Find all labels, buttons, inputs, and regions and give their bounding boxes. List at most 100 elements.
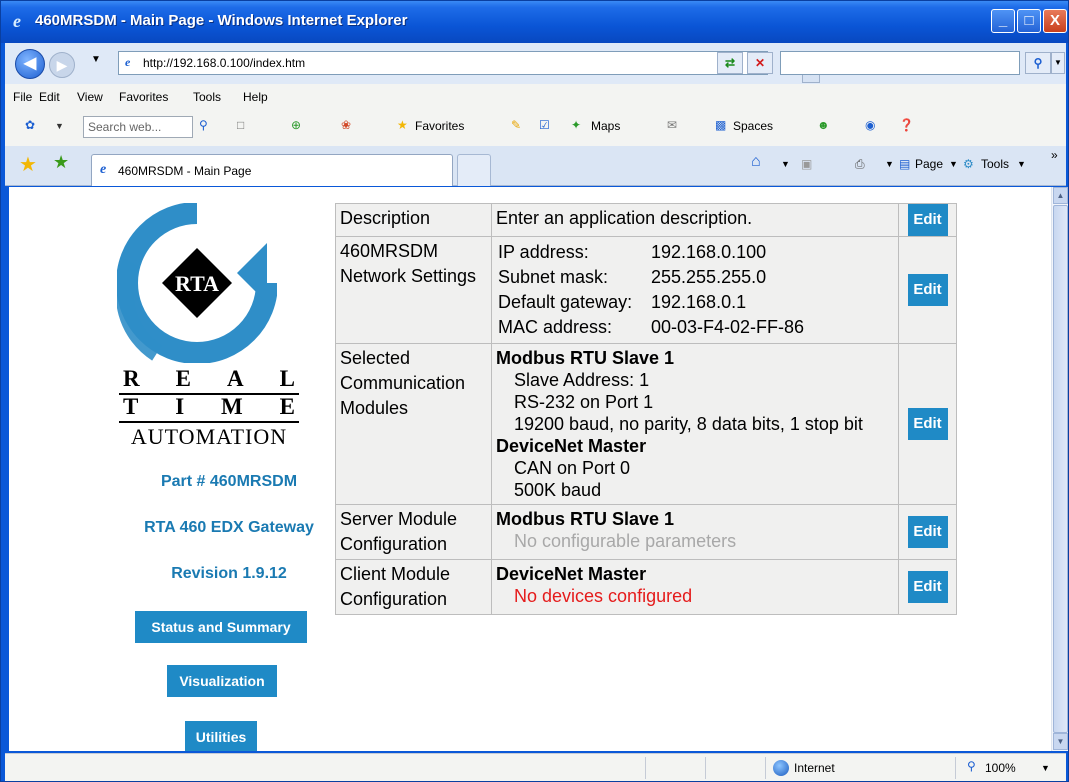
network-val: 192.168.0.1 bbox=[651, 292, 747, 312]
status-divider bbox=[645, 757, 646, 779]
page-icon-menu: ▤ bbox=[899, 157, 911, 171]
scroll-thumb[interactable] bbox=[1053, 205, 1068, 733]
home-icon[interactable]: ⌂ bbox=[751, 153, 761, 171]
edit-client-button[interactable]: Edit bbox=[907, 571, 948, 603]
page-menu[interactable]: Page bbox=[915, 157, 943, 171]
table-row: Description Enter an application descrip… bbox=[335, 203, 957, 237]
zoom-dropdown-icon[interactable]: ▼ bbox=[1041, 763, 1050, 773]
highlight-icon[interactable]: □ bbox=[237, 118, 244, 132]
network-row: IP address: 192.168.0.100 bbox=[496, 240, 894, 265]
minimize-button[interactable]: _ bbox=[991, 9, 1015, 33]
search-web-input[interactable]: Search web... bbox=[83, 116, 193, 138]
page-dropdown-icon[interactable]: ▼ bbox=[949, 159, 958, 169]
maps-icon[interactable]: ✦ bbox=[571, 118, 581, 132]
favorites-button[interactable]: Favorites bbox=[415, 119, 464, 133]
menu-view[interactable]: View bbox=[77, 90, 103, 104]
table-row: Selected Communication Modules Modbus RT… bbox=[335, 343, 957, 505]
spaces-button[interactable]: Spaces bbox=[733, 119, 773, 133]
search-icon[interactable]: ⚲ bbox=[1025, 52, 1051, 74]
status-summary-button[interactable]: Status and Summary bbox=[135, 611, 307, 643]
butterfly-icon[interactable]: ❀ bbox=[341, 118, 351, 132]
help-icon[interactable]: ❓ bbox=[899, 118, 914, 132]
favorites-center-icon[interactable]: ★ bbox=[19, 152, 37, 177]
messenger-icon[interactable]: ☻ bbox=[817, 118, 830, 132]
search-options-icon[interactable]: ▼ bbox=[1051, 52, 1065, 74]
toolbar-dropdown-icon[interactable]: ▼ bbox=[55, 121, 64, 131]
description-heading: Description bbox=[335, 203, 492, 237]
history-dropdown-icon[interactable]: ▼ bbox=[91, 54, 101, 65]
maps-button[interactable]: Maps bbox=[591, 119, 620, 133]
close-button[interactable]: X bbox=[1043, 9, 1067, 33]
print-icon[interactable]: ⎙ bbox=[855, 157, 865, 172]
url-input[interactable]: e http://192.168.0.100/index.htm ▼ bbox=[118, 51, 820, 83]
zoom-level[interactable]: 100% bbox=[985, 761, 1016, 775]
server-note: No configurable parameters bbox=[514, 531, 737, 551]
title-bar: e 460MRSDM - Main Page - Windows Interne… bbox=[1, 1, 1068, 43]
edit-network-button[interactable]: Edit bbox=[907, 274, 948, 306]
scroll-down-icon[interactable]: ▼ bbox=[1053, 733, 1068, 750]
tab-title: 460MRSDM - Main Page bbox=[118, 164, 252, 178]
maximize-button[interactable]: □ bbox=[1017, 9, 1041, 33]
edit-server-button[interactable]: Edit bbox=[907, 516, 948, 548]
mail-icon[interactable]: ✉ bbox=[667, 118, 677, 132]
menu-favorites[interactable]: Favorites bbox=[119, 90, 168, 104]
logo-text: RTA bbox=[175, 271, 219, 296]
server-heading: Server Module Configuration bbox=[335, 504, 492, 560]
module-line: 19200 baud, no parity, 8 data bits, 1 st… bbox=[514, 414, 863, 434]
status-divider bbox=[765, 757, 766, 779]
visualization-button[interactable]: Visualization bbox=[167, 665, 277, 697]
network-row: Subnet mask: 255.255.255.0 bbox=[496, 265, 894, 290]
network-key: IP address: bbox=[498, 242, 589, 262]
scroll-up-icon[interactable]: ▲ bbox=[1053, 187, 1068, 204]
refresh-button[interactable]: ⇄ bbox=[717, 52, 743, 74]
pencil-icon[interactable]: ✎ bbox=[511, 118, 521, 132]
rta-logo-icon: RTA bbox=[117, 203, 277, 363]
revision: Revision 1.9.12 bbox=[171, 565, 287, 582]
tab-main-page[interactable]: e 460MRSDM - Main Page bbox=[91, 154, 453, 186]
network-key: Default gateway: bbox=[498, 292, 633, 312]
menu-edit[interactable]: Edit bbox=[39, 90, 60, 104]
back-button[interactable]: ◀ bbox=[15, 49, 45, 79]
menu-file[interactable]: File bbox=[13, 90, 32, 104]
msn-icon[interactable]: ✿ bbox=[25, 118, 35, 132]
network-row: MAC address: 00-03-F4-02-FF-86 bbox=[496, 315, 894, 340]
menu-tools[interactable]: Tools bbox=[193, 90, 221, 104]
connect-icon[interactable]: ◉ bbox=[865, 118, 875, 132]
page-content: RTA R E A L T I M E AUTOMATION Part # 46… bbox=[9, 187, 1051, 751]
modules-heading: Selected Communication Modules bbox=[335, 343, 492, 505]
tools-dropdown-icon[interactable]: ▼ bbox=[1017, 159, 1026, 169]
new-tab-button[interactable] bbox=[457, 154, 491, 186]
brand-letter: E bbox=[279, 394, 295, 419]
module-line: Slave Address: 1 bbox=[514, 370, 650, 390]
forward-button[interactable]: ▶ bbox=[49, 52, 75, 78]
network-heading: 460MRSDM Network Settings bbox=[335, 236, 492, 344]
brand-automation: AUTOMATION bbox=[119, 421, 299, 451]
brand-letter: A bbox=[227, 366, 244, 391]
favorites-star-icon[interactable]: ★ bbox=[397, 118, 408, 132]
gear-icon: ⚙ bbox=[963, 157, 974, 171]
edit-modules-button[interactable]: Edit bbox=[907, 408, 948, 440]
module-title: DeviceNet Master bbox=[496, 436, 647, 456]
spaces-icon[interactable]: ▩ bbox=[715, 118, 726, 132]
search-go-icon[interactable]: ⚲ bbox=[199, 118, 208, 132]
utilities-button[interactable]: Utilities bbox=[185, 721, 257, 751]
home-dropdown-icon[interactable]: ▼ bbox=[781, 159, 790, 169]
network-val: 255.255.255.0 bbox=[651, 267, 767, 287]
edit-description-button[interactable]: Edit bbox=[907, 204, 948, 236]
module-title: Modbus RTU Slave 1 bbox=[496, 509, 675, 529]
brand-real: R E A L bbox=[119, 367, 299, 391]
tools-menu[interactable]: Tools bbox=[981, 157, 1009, 171]
vertical-scrollbar[interactable]: ▲ ▼ bbox=[1051, 187, 1068, 751]
network-val: 192.168.0.100 bbox=[651, 242, 767, 262]
print-dropdown-icon[interactable]: ▼ bbox=[885, 159, 894, 169]
edit-box-icon[interactable]: ☑ bbox=[539, 118, 550, 132]
menu-help[interactable]: Help bbox=[243, 90, 268, 104]
url-text[interactable]: http://192.168.0.100/index.htm bbox=[143, 56, 305, 70]
stop-button[interactable]: ✕ bbox=[747, 52, 773, 74]
chevron-right-icon[interactable]: » bbox=[1051, 148, 1058, 162]
add-icon[interactable]: ⊕ bbox=[291, 118, 301, 132]
edit-cell: Edit bbox=[898, 343, 957, 505]
feeds-icon[interactable]: ▣ bbox=[801, 157, 812, 171]
search-input[interactable] bbox=[780, 51, 1020, 75]
add-favorites-icon[interactable]: ★ bbox=[53, 152, 69, 173]
